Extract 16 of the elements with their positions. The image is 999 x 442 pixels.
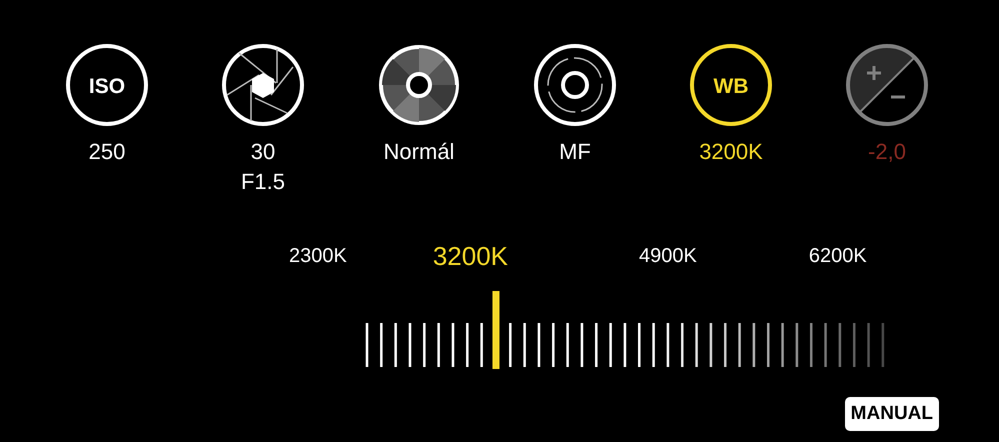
camera-setting-button[interactable]: ISO	[65, 43, 149, 127]
setting-value: 30	[250, 138, 276, 166]
setting-value: MF	[559, 138, 591, 166]
setting-value: 250	[88, 138, 126, 166]
setting-value: -2,0	[868, 138, 906, 166]
slider-thumb[interactable]	[492, 291, 500, 369]
scale-label: 3200K	[432, 240, 508, 272]
scale-label: 2300K	[289, 244, 347, 268]
setting-value: F1.5	[240, 168, 286, 196]
scale-label: 4900K	[639, 244, 697, 268]
setting-value: 3200K	[699, 138, 763, 166]
camera-setting-button[interactable]	[377, 43, 461, 127]
scale-label: 6200K	[808, 244, 867, 268]
mode-badge: MANUAL	[844, 397, 939, 431]
camera-setting-button[interactable]: WB	[689, 43, 773, 127]
setting-value: Normál	[384, 138, 454, 166]
